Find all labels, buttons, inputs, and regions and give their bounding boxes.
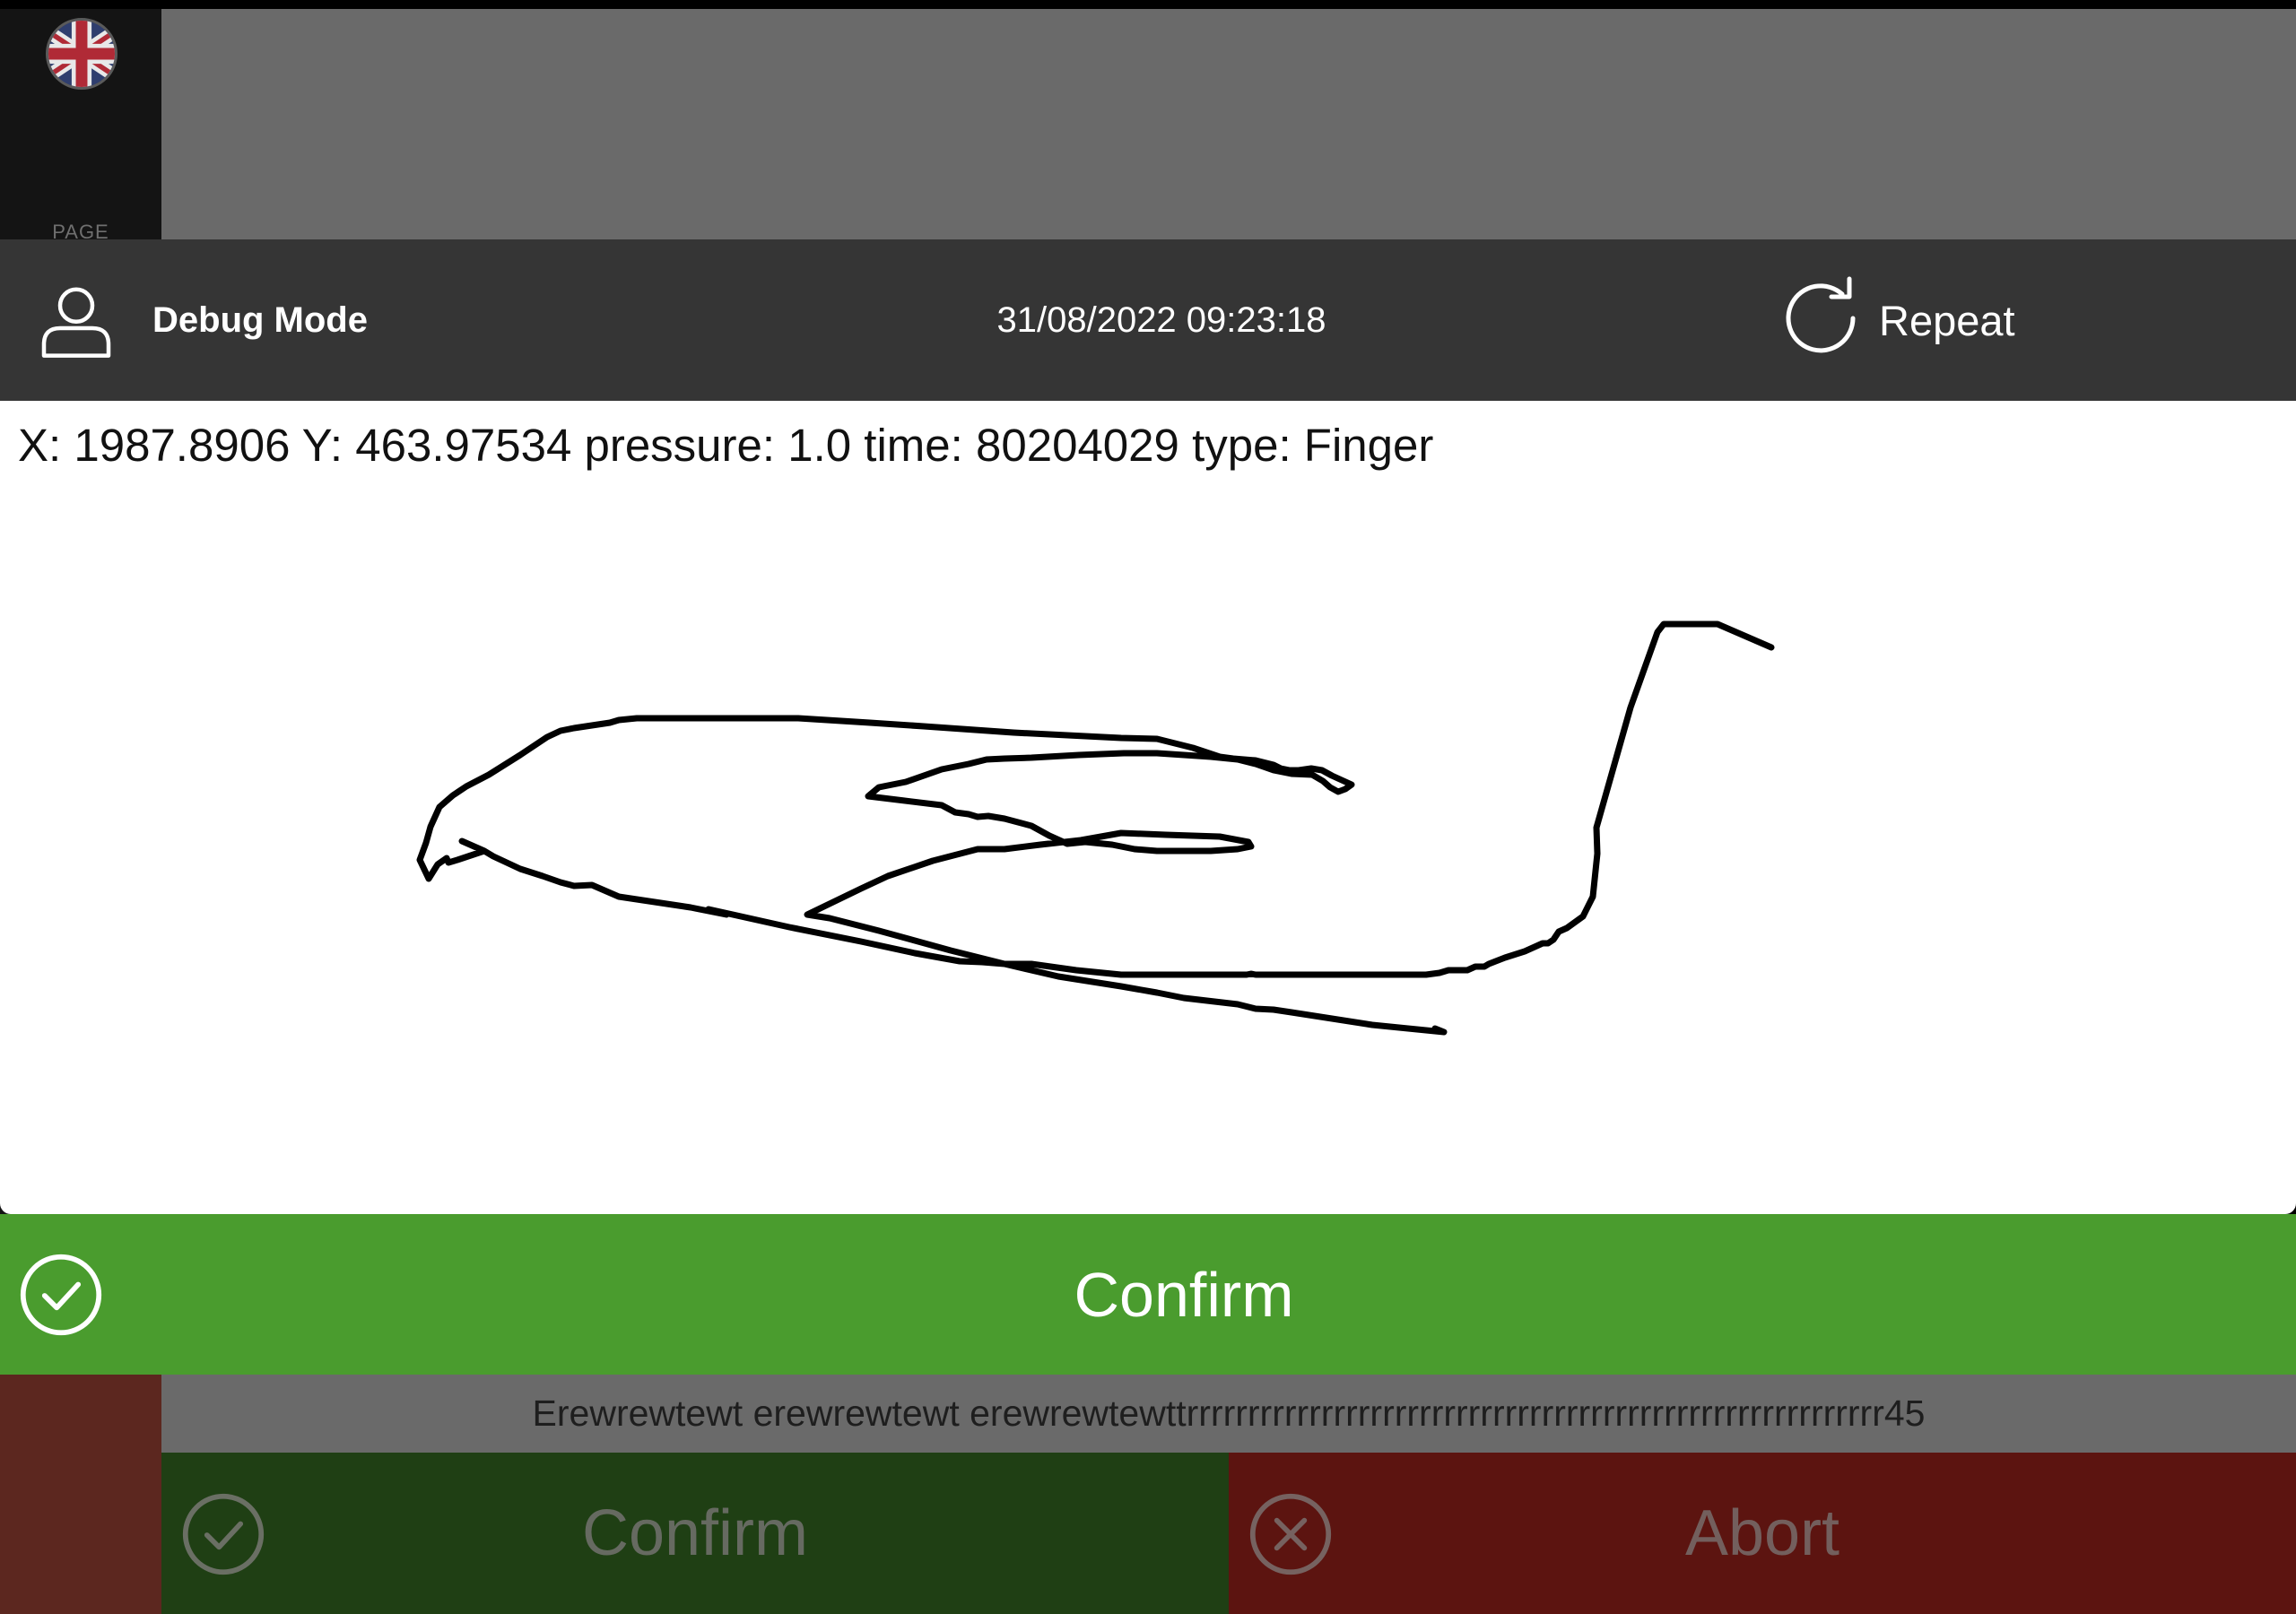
confirm-button[interactable]: Confirm [0, 1214, 2296, 1375]
debug-readout: X: 1987.8906 Y: 463.97534 pressure: 1.0 … [18, 420, 1434, 471]
repeat-button[interactable]: Repeat [1776, 266, 2072, 374]
confirm-label: Confirm [1074, 1259, 1294, 1330]
background-left-panel [0, 1375, 161, 1614]
background-abort-button: Abort [1229, 1453, 2296, 1614]
signature-dialog-header: Debug Mode 31/08/2022 09:23:18 Repeat [0, 239, 2296, 401]
repeat-label: Repeat [1879, 296, 2015, 344]
uk-flag-icon[interactable] [46, 18, 117, 90]
background-header [161, 9, 2296, 239]
signature-stroke [416, 620, 1775, 1036]
background-abort-label: Abort [1684, 1497, 1840, 1569]
background-confirm-label: Confirm [581, 1497, 809, 1569]
top-edge [0, 0, 2296, 9]
background-message: Erewrewtewt erewrewtewt erewrewtewttrrrr… [161, 1375, 2296, 1453]
refresh-icon [1776, 273, 1866, 363]
signature-canvas[interactable]: X: 1987.8906 Y: 463.97534 pressure: 1.0 … [0, 401, 2296, 1214]
background-confirm-button: Confirm [161, 1453, 1229, 1614]
